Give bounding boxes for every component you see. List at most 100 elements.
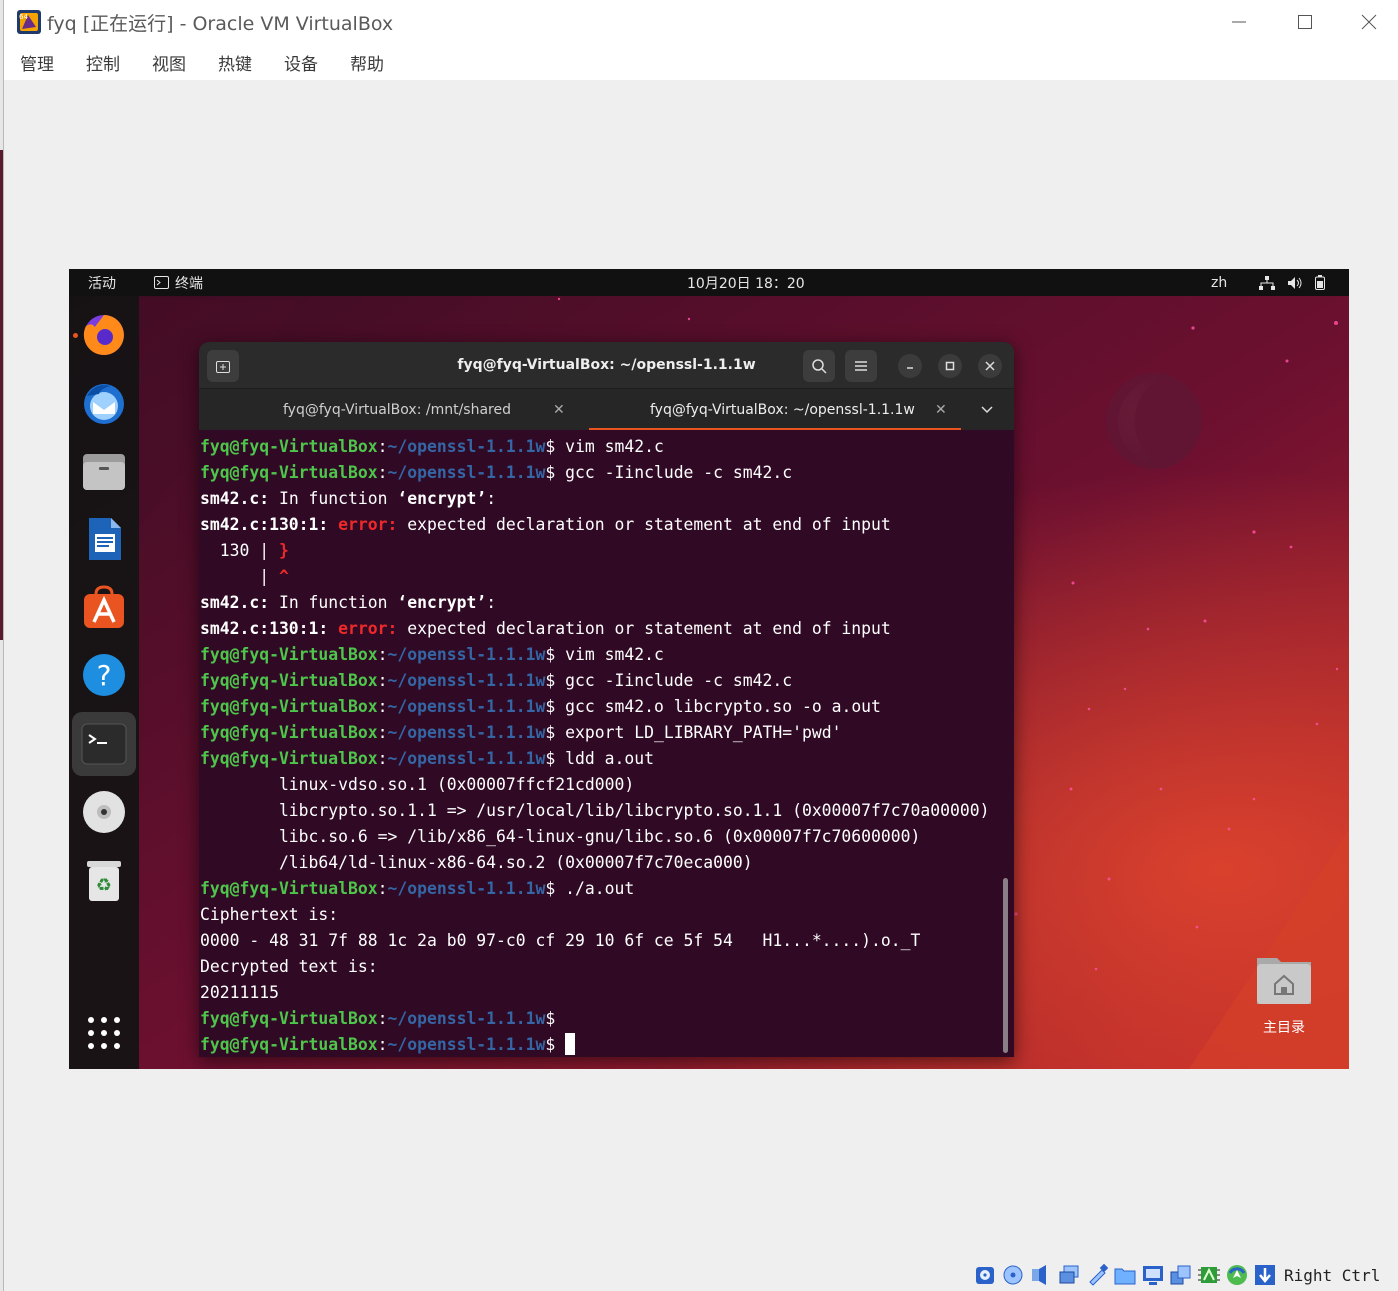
network-icon[interactable] (1058, 1264, 1080, 1286)
firefox-icon[interactable] (80, 311, 128, 359)
running-indicator (73, 333, 78, 338)
prompt-symbol: $ (545, 437, 566, 456)
cd-drive-icon[interactable] (80, 788, 128, 836)
new-tab-icon (216, 361, 230, 373)
maximize-button[interactable] (1290, 8, 1320, 36)
activities-button[interactable]: 活动 (88, 269, 116, 296)
keyboard-capture-icon[interactable] (1254, 1264, 1276, 1286)
guest-display[interactable]: 活动 终端 10月20日 18：20 zh ? ♻ 主目录 fyq@fyq-Vi… (69, 269, 1349, 1069)
terminal-line: sm42.c: In function ‘encrypt’: (200, 486, 496, 512)
prompt-user: fyq@fyq-VirtualBox (200, 1035, 378, 1054)
svg-text:64: 64 (19, 13, 28, 21)
terminal-minimize-button[interactable] (898, 354, 922, 378)
hamburger-menu-button[interactable] (845, 350, 877, 382)
output-text: 0000 - 48 31 7f 88 1c 2a b0 97-c0 cf 29 … (200, 931, 921, 950)
clock[interactable]: 10月20日 18：20 (687, 269, 805, 296)
prompt-path: ~/openssl-1.1.1w (387, 437, 546, 456)
menu-hotkeys[interactable]: 热键 (218, 50, 252, 75)
trash-icon[interactable]: ♻ (80, 856, 128, 904)
app-menu[interactable]: 终端 (154, 269, 203, 296)
terminal-maximize-button[interactable] (938, 354, 962, 378)
tab-mnt-shared[interactable]: fyq@fyq-VirtualBox: /mnt/shared ✕ (199, 389, 589, 431)
hard-disk-icon[interactable] (974, 1264, 996, 1286)
prompt-symbol: $ (545, 671, 566, 690)
output-text: libc.so.6 => /lib/x86_64-linux-gnu/libc.… (200, 827, 921, 846)
prompt-user: fyq@fyq-VirtualBox (200, 697, 378, 716)
terminal-window[interactable]: fyq@fyq-VirtualBox: ~/openssl-1.1.1w fyq… (199, 342, 1014, 1057)
terminal-line: fyq@fyq-VirtualBox:~/openssl-1.1.1w$ gcc… (200, 668, 792, 694)
terminal-line: libc.so.6 => /lib/x86_64-linux-gnu/libc.… (200, 824, 920, 850)
output-text: linux-vdso.so.1 (0x00007ffcf21cd000) (200, 775, 635, 794)
terminal-line: fyq@fyq-VirtualBox:~/openssl-1.1.1w$ (200, 1032, 576, 1057)
compiler-file: sm42.c: (200, 489, 270, 508)
recording-icon[interactable] (1170, 1264, 1192, 1286)
audio-icon[interactable] (1030, 1264, 1052, 1286)
home-folder-label: 主目录 (1263, 1020, 1305, 1036)
menu-devices[interactable]: 设备 (284, 50, 318, 75)
svg-text:♻: ♻ (96, 875, 112, 896)
command-text: vim sm42.c (565, 645, 664, 664)
prompt-symbol: $ (545, 697, 566, 716)
error-message: expected declaration or statement at end… (397, 619, 891, 638)
files-icon[interactable] (80, 447, 128, 495)
terminal-line: sm42.c: In function ‘encrypt’: (200, 590, 496, 616)
tab-openssl[interactable]: fyq@fyq-VirtualBox: ~/openssl-1.1.1w ✕ (589, 389, 961, 431)
maximize-icon (945, 361, 955, 371)
prompt-path: ~/openssl-1.1.1w (387, 697, 546, 716)
terminal-line: Decrypted text is: (200, 954, 378, 980)
terminal-line: fyq@fyq-VirtualBox:~/openssl-1.1.1w$ vim… (200, 642, 664, 668)
prompt-separator: : (377, 697, 388, 716)
tab-list-button[interactable] (981, 389, 1011, 431)
prompt-path: ~/openssl-1.1.1w (387, 463, 546, 482)
minimize-icon (1232, 21, 1246, 23)
show-apps-icon[interactable] (80, 1009, 128, 1057)
terminal-line: 0000 - 48 31 7f 88 1c 2a b0 97-c0 cf 29 … (200, 928, 920, 954)
prompt-user: fyq@fyq-VirtualBox (200, 723, 378, 742)
vm-status-bar: Right Ctrl (974, 1260, 1380, 1290)
home-folder-icon[interactable] (1254, 952, 1314, 1011)
minimize-button[interactable] (1224, 8, 1254, 36)
search-button[interactable] (803, 350, 835, 382)
host-key-label: Right Ctrl (1284, 1265, 1381, 1285)
output-text: libcrypto.so.1.1 => /usr/local/lib/libcr… (200, 801, 990, 820)
menu-view[interactable]: 视图 (152, 50, 186, 75)
close-button[interactable] (1354, 8, 1384, 36)
terminal-icon[interactable] (80, 720, 128, 768)
prompt-separator: : (377, 645, 388, 664)
menu-help[interactable]: 帮助 (350, 50, 384, 75)
app-center-icon[interactable] (80, 583, 128, 631)
usb-icon[interactable] (1086, 1264, 1108, 1286)
display-icon[interactable] (1142, 1264, 1164, 1286)
libreoffice-writer-icon[interactable] (80, 515, 128, 563)
thunderbird-icon[interactable] (80, 379, 128, 427)
source-gutter: 130 | (200, 541, 279, 560)
battery-icon (1315, 275, 1325, 290)
help-icon[interactable]: ? (80, 651, 128, 699)
optical-drive-icon[interactable] (1002, 1264, 1024, 1286)
title-bar: 64 fyq [正在运行] - Oracle VM VirtualBox (4, 0, 1398, 44)
tab-close-icon[interactable]: ✕ (935, 402, 947, 418)
prompt-user: fyq@fyq-VirtualBox (200, 671, 378, 690)
terminal-line: fyq@fyq-VirtualBox:~/openssl-1.1.1w$ (200, 1006, 565, 1032)
prompt-symbol: $ (545, 645, 566, 664)
terminal-line: fyq@fyq-VirtualBox:~/openssl-1.1.1w$ gcc… (200, 694, 881, 720)
shared-folders-icon[interactable] (1114, 1264, 1136, 1286)
terminal-close-button[interactable] (978, 354, 1002, 378)
terminal-output[interactable]: fyq@fyq-VirtualBox:~/openssl-1.1.1w$ vim… (199, 430, 1014, 1057)
minimize-icon (907, 367, 913, 369)
command-text: ldd a.out (565, 749, 654, 768)
tab-close-icon[interactable]: ✕ (553, 402, 565, 418)
terminal-title: fyq@fyq-VirtualBox: ~/openssl-1.1.1w (457, 357, 756, 373)
error-location: sm42.c:130:1: (200, 515, 329, 534)
input-method-indicator[interactable]: zh (1211, 269, 1227, 296)
menu-control[interactable]: 控制 (86, 50, 120, 75)
menu-machine[interactable]: 管理 (20, 50, 54, 75)
mouse-integration-icon[interactable] (1226, 1264, 1248, 1286)
terminal-scrollbar[interactable] (1003, 878, 1008, 1053)
output-text: /lib64/ld-linux-x86-64.so.2 (0x00007f7c7… (200, 853, 753, 872)
cpu-icon[interactable] (1198, 1264, 1220, 1286)
terminal-line: sm42.c:130:1: error: expected declaratio… (200, 512, 891, 538)
new-tab-button[interactable] (207, 350, 239, 382)
system-menu[interactable] (1259, 269, 1325, 296)
command-text: gcc -Iinclude -c sm42.c (565, 463, 793, 482)
